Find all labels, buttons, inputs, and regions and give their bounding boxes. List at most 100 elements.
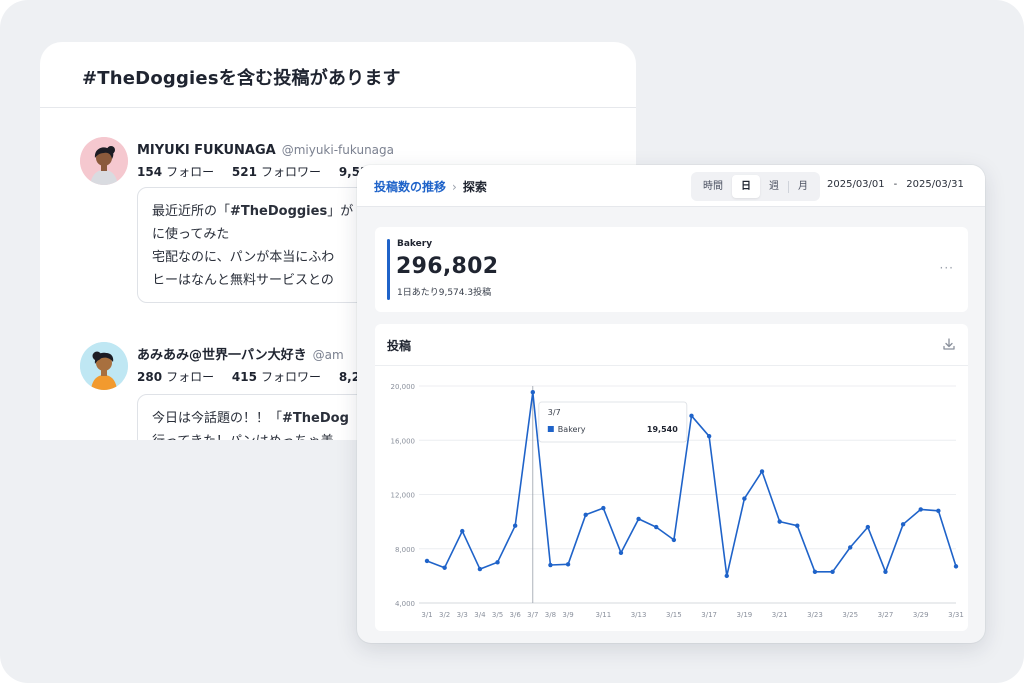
follow-count: 154 xyxy=(137,165,163,179)
y-tick-label: 4,000 xyxy=(395,600,415,608)
x-tick-label: 3/25 xyxy=(842,611,858,619)
x-tick-label: 3/9 xyxy=(562,611,573,619)
chevron-right-icon: › xyxy=(452,180,457,194)
data-point xyxy=(477,566,483,572)
analytics-toolbar: 投稿数の推移 › 探索 時間 日 週 月 2025/03/01-2025/03/31 xyxy=(357,165,985,207)
metric-accent-bar xyxy=(387,239,390,300)
granularity-month[interactable]: 月 xyxy=(789,175,817,198)
x-tick-label: 3/21 xyxy=(772,611,788,619)
follow-label: フォロー xyxy=(166,165,215,179)
post-author-name[interactable]: あみあみ@世界一パン大好き xyxy=(137,348,307,363)
y-tick-label: 8,000 xyxy=(395,546,415,554)
metric-name: Bakery xyxy=(397,239,433,249)
x-tick-label: 3/19 xyxy=(737,611,753,619)
x-tick-label: 3/29 xyxy=(913,611,929,619)
metric-subtitle: 1日あたり9,574.3投稿 xyxy=(397,288,492,298)
post-hashtag[interactable]: #TheDoggies xyxy=(230,204,327,219)
data-point xyxy=(724,573,729,579)
granularity-week[interactable]: 週 xyxy=(760,175,788,198)
follower-label: フォロワー xyxy=(260,165,321,179)
x-tick-label: 3/2 xyxy=(439,611,450,619)
granularity-hour[interactable]: 時間 xyxy=(694,175,732,198)
chart-card: 投稿 4,000 8,000 12,000 16,000 20,000 3/1 3/2 3/3… xyxy=(375,324,968,631)
follower-count: 415 xyxy=(231,370,257,384)
posts-header: #TheDoggiesを含む投稿があります xyxy=(40,42,636,108)
x-tick-label: 3/4 xyxy=(474,611,486,619)
data-point xyxy=(795,523,800,528)
data-point xyxy=(918,507,923,512)
data-point xyxy=(812,569,818,575)
metric-value: 296,802 xyxy=(396,254,499,279)
metric-card: Bakery 296,802 1日あたり9,574.3投稿 ··· xyxy=(375,227,968,312)
y-tick-label: 12,000 xyxy=(391,492,416,500)
x-tick-label: 3/6 xyxy=(510,611,522,619)
tooltip-value: 19,540 xyxy=(647,425,678,434)
data-point xyxy=(495,560,500,565)
granularity-day[interactable]: 日 xyxy=(732,175,760,198)
data-point xyxy=(583,512,588,518)
follow-label: フォロー xyxy=(166,370,215,384)
tooltip xyxy=(538,401,688,443)
analytics-panel: 投稿数の推移 › 探索 時間 日 週 月 2025/03/01-2025/03/31… xyxy=(357,165,985,643)
data-point xyxy=(442,565,447,570)
breadcrumb: 投稿数の推移 › 探索 xyxy=(374,178,487,195)
follower-count: 521 xyxy=(231,165,257,179)
chart-title: 投稿 xyxy=(387,339,412,353)
data-point xyxy=(706,433,712,439)
post-author-name[interactable]: MIYUKI FUKUNAGA xyxy=(137,143,276,158)
date-range-picker[interactable]: 2025/03/01-2025/03/31 xyxy=(827,179,964,190)
data-point xyxy=(848,545,853,550)
x-tick-label: 3/13 xyxy=(631,611,647,619)
download-icon[interactable] xyxy=(942,337,956,351)
avatar[interactable] xyxy=(80,342,128,390)
data-point xyxy=(565,562,571,567)
tooltip-swatch xyxy=(547,426,554,432)
data-point xyxy=(759,469,765,474)
x-tick-label: 3/15 xyxy=(666,611,682,619)
date-start[interactable]: 2025/03/01 xyxy=(827,179,885,190)
x-tick-label: 3/1 xyxy=(421,611,432,619)
granularity-toggle: 時間 日 週 月 xyxy=(691,172,820,201)
data-point xyxy=(689,413,694,419)
line-chart[interactable]: 4,000 8,000 12,000 16,000 20,000 3/1 3/2 3/3 3/4… xyxy=(375,366,968,631)
post-stats: 280 フォロー 415 フォロワー 8,2 xyxy=(137,368,364,385)
data-point xyxy=(953,564,959,569)
x-tick-label: 3/11 xyxy=(595,611,611,619)
breadcrumb-parent-link[interactable]: 投稿数の推移 xyxy=(374,180,446,194)
data-point xyxy=(512,523,518,528)
x-tick-label: 3/27 xyxy=(878,611,894,619)
post-author-handle[interactable]: @am xyxy=(313,348,344,362)
post-author-handle[interactable]: @miyuki-fukunaga xyxy=(282,143,394,157)
avatar[interactable] xyxy=(80,137,128,185)
more-horizontal-icon[interactable]: ··· xyxy=(940,261,954,275)
post-text: 」が xyxy=(327,204,354,219)
x-tick-label: 3/23 xyxy=(807,611,823,619)
breadcrumb-current: 探索 xyxy=(462,180,487,194)
follower-label: フォロワー xyxy=(260,370,321,384)
data-point xyxy=(883,569,888,575)
date-end[interactable]: 2025/03/31 xyxy=(906,179,964,190)
x-tick-label: 3/31 xyxy=(948,611,964,619)
post-stats: 154 フォロー 521 フォロワー 9,52 xyxy=(137,163,372,180)
data-point xyxy=(742,496,747,501)
follow-count: 280 xyxy=(137,370,163,384)
x-tick-label: 3/7 xyxy=(527,611,538,619)
data-point xyxy=(654,524,659,530)
data-point xyxy=(830,569,835,575)
data-point xyxy=(777,519,782,524)
data-point xyxy=(530,390,535,395)
post-text: 最近近所の「 xyxy=(152,204,231,219)
post-text: 今日は今話題の！！「 xyxy=(152,411,283,426)
x-tick-label: 3/8 xyxy=(545,611,556,619)
post-hashtag[interactable]: #TheDog xyxy=(282,411,349,426)
data-point xyxy=(548,562,553,568)
tooltip-date: 3/7 xyxy=(548,408,561,417)
y-tick-label: 20,000 xyxy=(391,383,416,391)
tooltip-series: Bakery xyxy=(558,425,586,434)
x-tick-label: 3/5 xyxy=(492,611,503,619)
data-point xyxy=(636,516,641,522)
data-point xyxy=(618,550,624,556)
data-point xyxy=(460,528,465,534)
y-tick-label: 16,000 xyxy=(391,437,416,445)
date-separator: - xyxy=(893,179,898,190)
